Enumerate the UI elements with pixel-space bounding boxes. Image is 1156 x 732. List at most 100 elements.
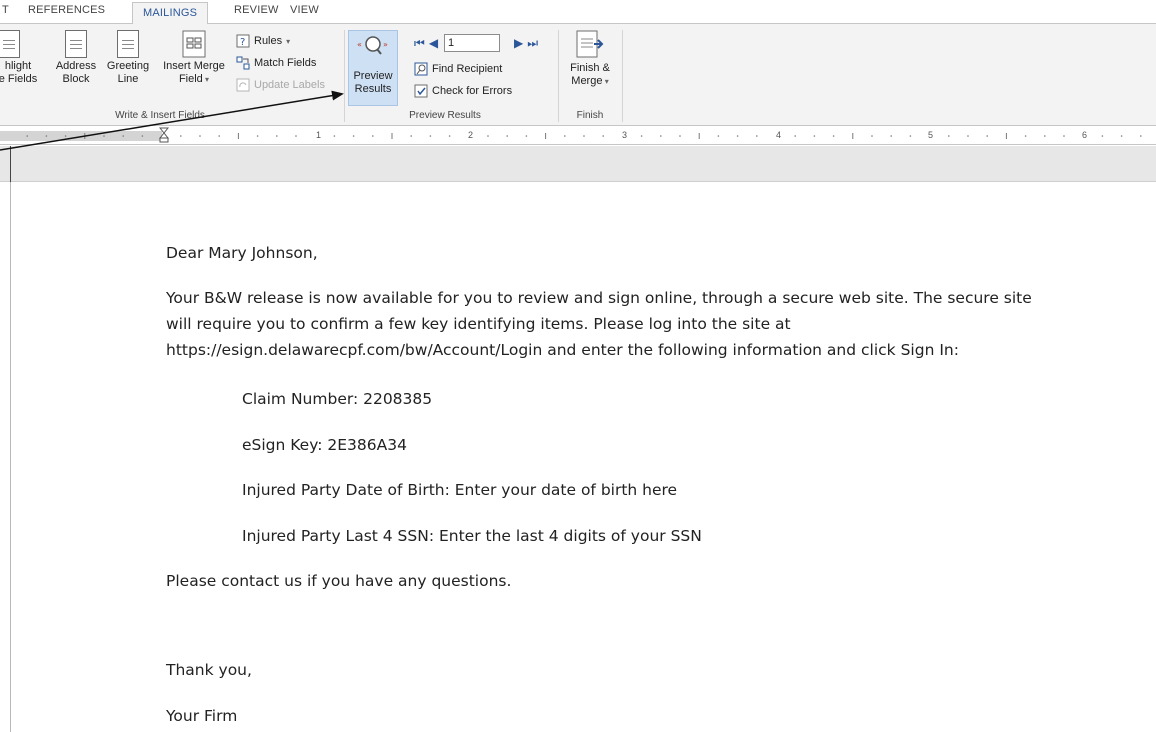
tab-view[interactable]: VIEW <box>290 4 319 16</box>
tab-mailings[interactable]: MAILINGS <box>132 2 209 25</box>
first-record-icon[interactable]: ⏮ <box>414 36 425 50</box>
ruler-ticks <box>26 133 1142 139</box>
ruler-tick <box>640 135 643 137</box>
ruler-tick <box>1140 135 1142 137</box>
ruler-tick <box>487 135 489 137</box>
ruler-tick <box>506 135 509 137</box>
insert-merge-field-button[interactable]: Insert Merge Field ▾ <box>158 30 230 86</box>
update-labels-icon <box>236 78 250 92</box>
horizontal-ruler[interactable]: 1 2 3 4 5 6 <box>0 127 1156 145</box>
ruler-tick <box>26 135 29 137</box>
ruler-tick <box>948 135 950 137</box>
ribbon-tab-bar: T REFERENCES MAILINGS REVIEW VIEW <box>0 0 1156 25</box>
find-recipient-icon <box>414 62 428 76</box>
match-fields-button[interactable]: Match Fields <box>236 56 316 70</box>
insert-merge-label-2: Field ▾ <box>158 73 230 86</box>
letter-body-line-3: https://esign.delawarecpf.com/bw/Account… <box>166 341 959 359</box>
ruler-tick <box>986 135 988 137</box>
tab-partial[interactable]: T <box>2 4 9 16</box>
ruler-tick <box>333 135 336 137</box>
ruler-tick <box>45 135 48 137</box>
ruler-tick <box>1044 135 1046 137</box>
ssn-line: Injured Party Last 4 SSN: Enter the last… <box>242 527 702 545</box>
ruler-tick <box>64 135 67 137</box>
tab-review[interactable]: REVIEW <box>234 4 279 16</box>
finish-group-label: Finish <box>576 110 604 121</box>
check-errors-label: Check for Errors <box>432 85 513 97</box>
previous-record-icon[interactable]: ◀ <box>429 36 438 50</box>
record-number-input[interactable] <box>444 34 501 52</box>
esign-key-line: eSign Key: 2E386A34 <box>242 436 407 454</box>
claim-number-line: Claim Number: 2208385 <box>242 390 433 408</box>
last-record-icon[interactable]: ⏭ <box>527 36 538 50</box>
ruler-tick <box>736 135 739 137</box>
ruler-tick <box>429 135 432 137</box>
rules-label: Rules <box>254 35 283 47</box>
highlight-label-1: hlight <box>4 60 32 72</box>
ruler-tick <box>717 135 720 137</box>
finish-label-2: Merge ▾ <box>564 75 616 88</box>
insert-merge-field-icon <box>182 30 206 58</box>
group-separator <box>622 30 623 122</box>
update-labels-button[interactable]: Update Labels <box>236 78 325 92</box>
greeting-doc-icon <box>117 30 139 58</box>
ruler-tick <box>583 135 585 137</box>
document-canvas-gap <box>0 146 1156 182</box>
ruler-tick <box>602 135 604 137</box>
rules-icon: ? <box>236 34 250 48</box>
greeting-line-button[interactable]: Greeting Line <box>104 30 152 86</box>
ruler-tick <box>1101 135 1104 137</box>
ruler-tick <box>448 135 451 137</box>
find-recipient-label: Find Recipient <box>432 63 503 75</box>
write-insert-group-label: Write & Insert Fields <box>115 110 205 121</box>
dropdown-arrow-icon: ▾ <box>602 77 609 86</box>
ruler-tick <box>103 135 105 137</box>
finish-merge-text: Merge <box>571 75 603 87</box>
ruler-tick <box>909 135 912 137</box>
insert-merge-label-1: Insert Merge <box>163 60 225 72</box>
ruler-tick <box>372 135 374 137</box>
find-recipient-button[interactable]: Find Recipient <box>414 62 502 76</box>
highlight-merge-fields-button[interactable]: hlight e Fields <box>0 30 40 86</box>
preview-results-group-label: Preview Results <box>409 110 481 121</box>
contact-line: Please contact us if you have any questi… <box>166 572 512 590</box>
date-of-birth-line: Injured Party Date of Birth: Enter your … <box>242 481 678 499</box>
svg-text:»: » <box>383 40 388 49</box>
ruler-tick <box>813 135 816 137</box>
finish-and-merge-button[interactable]: Finish & Merge ▾ <box>564 30 616 88</box>
ruler-tick <box>122 135 124 137</box>
ruler-tick <box>871 135 873 137</box>
document-page[interactable] <box>10 182 1156 732</box>
greeting-label-1: Greeting <box>106 60 150 72</box>
preview-results-button[interactable]: « » Preview Results <box>348 32 398 96</box>
letter-body-line-1: Your B&W release is now available for yo… <box>166 289 1032 307</box>
ruler-tick <box>218 135 220 137</box>
next-record-icon[interactable]: ▶ <box>514 36 523 50</box>
finish-label-1: Finish & <box>570 62 610 74</box>
ruler-tick <box>276 135 278 137</box>
greeting-label-2: Line <box>117 73 139 85</box>
insert-merge-field-text: Field <box>178 73 203 85</box>
ruler-tick <box>1024 135 1027 137</box>
ruler-tick <box>660 135 662 137</box>
tab-references[interactable]: REFERENCES <box>28 4 105 16</box>
magnifier-abc-icon: « » <box>357 36 388 55</box>
ruler-tick <box>679 135 681 137</box>
group-separator <box>558 30 559 122</box>
ribbon: hlight e Fields Address Block Greeting L… <box>0 24 1156 126</box>
letter-greeting: Dear Mary Johnson, <box>166 244 318 262</box>
group-separator <box>344 30 345 122</box>
ruler-tick <box>295 135 297 137</box>
highlight-doc-icon <box>0 30 20 58</box>
ruler-tick <box>890 135 892 137</box>
rules-dropdown-icon: ▾ <box>286 36 291 46</box>
highlight-label-2: e Fields <box>0 73 38 85</box>
ruler-tick <box>199 135 201 137</box>
check-for-errors-button[interactable]: Check for Errors <box>414 84 512 98</box>
address-block-button[interactable]: Address Block <box>54 30 98 86</box>
ruler-tick <box>352 135 355 137</box>
check-errors-icon <box>414 84 428 98</box>
ruler-tick <box>256 135 259 137</box>
rules-button[interactable]: ? Rules ▾ <box>236 34 290 48</box>
ruler-tick <box>794 135 796 137</box>
